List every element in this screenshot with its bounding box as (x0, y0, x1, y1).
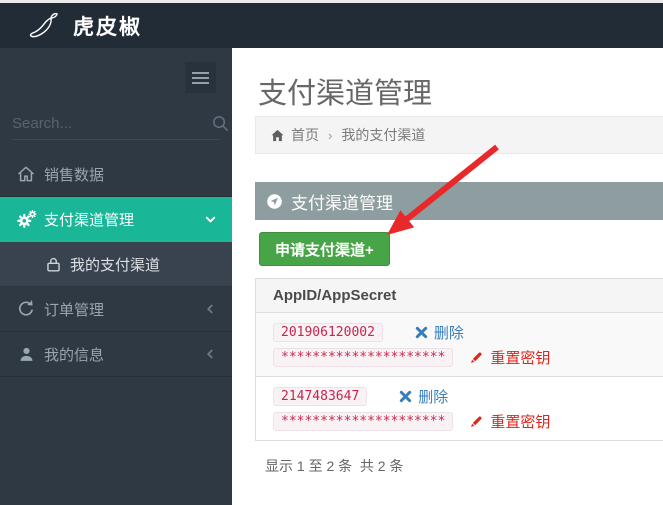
reset-secret-link[interactable]: 重置密钥 (469, 411, 550, 432)
lock-icon (44, 255, 63, 274)
sidebar-menu: 销售数据 (0, 152, 232, 377)
breadcrumb: 首页 › 我的支付渠道 (255, 116, 663, 154)
delete-link[interactable]: 删除 (399, 386, 448, 407)
panel-header: 支付渠道管理 (255, 182, 663, 220)
sidebar-item-my-payment-channels[interactable]: 我的支付渠道 (0, 242, 232, 287)
x-delete-icon (399, 390, 412, 403)
app-window: 虎皮椒 销售数据 (0, 0, 663, 505)
sidebar-item-label: 销售数据 (44, 164, 218, 185)
table-summary: 显示 1 至 2 条 共 2 条 (265, 456, 403, 476)
app-secret-masked: ********************* (273, 412, 453, 431)
sidebar-item-my-info[interactable]: 我的信息 (0, 332, 232, 377)
breadcrumb-current: 我的支付渠道 (341, 125, 425, 145)
x-delete-icon (415, 326, 428, 339)
sidebar-item-payment-channels[interactable]: 支付渠道管理 (0, 197, 232, 242)
chevron-left-icon (203, 302, 218, 317)
app-id-value: 201906120002 (273, 323, 383, 342)
sidebar-item-order-management[interactable]: 订单管理 (0, 287, 232, 332)
main-content: 支付渠道管理 首页 › 我的支付渠道 支付渠道管理 申请支付渠道+ AppID/… (232, 48, 663, 505)
channels-table: AppID/AppSecret 201906120002 删除 ********… (255, 278, 663, 441)
brand-name[interactable]: 虎皮椒 (73, 11, 142, 41)
table-row: 2147483647 删除 ********************* (256, 377, 663, 441)
circle-arrow-icon (266, 193, 283, 210)
cogs-icon (15, 209, 37, 231)
recycle-icon (15, 298, 37, 320)
search-input[interactable] (12, 115, 211, 132)
app-secret-masked: ********************* (273, 348, 453, 367)
sidebar-collapse-button[interactable] (185, 62, 216, 93)
table-row: 201906120002 删除 ********************* (256, 313, 663, 377)
sidebar-item-label: 我的信息 (44, 344, 203, 365)
sidebar-item-sales-data[interactable]: 销售数据 (0, 152, 232, 197)
breadcrumb-separator: › (328, 128, 332, 143)
sidebar-search (12, 108, 220, 140)
chevron-left-icon (203, 347, 218, 362)
sidebar-item-label: 订单管理 (44, 299, 203, 320)
hamburger-icon (192, 72, 209, 74)
table-column-header: AppID/AppSecret (256, 278, 663, 313)
chili-pepper-icon (27, 9, 59, 43)
apply-payment-channel-button[interactable]: 申请支付渠道+ (259, 232, 390, 266)
page-title: 支付渠道管理 (258, 70, 432, 112)
home-icon (270, 128, 285, 143)
app-id-value: 2147483647 (273, 387, 367, 406)
panel-title: 支付渠道管理 (291, 189, 393, 214)
sidebar-item-label: 我的支付渠道 (70, 254, 218, 275)
breadcrumb-home-link[interactable]: 首页 (291, 125, 319, 145)
chevron-down-icon (203, 212, 218, 227)
topbar: 虎皮椒 (0, 3, 663, 48)
user-icon (15, 343, 37, 365)
home-icon (15, 163, 37, 185)
sidebar: 销售数据 (0, 48, 232, 505)
sidebar-item-label: 支付渠道管理 (44, 209, 203, 230)
pencil-icon (469, 350, 484, 365)
pencil-icon (469, 414, 484, 429)
delete-link[interactable]: 删除 (415, 322, 464, 343)
search-icon[interactable] (211, 112, 230, 136)
reset-secret-link[interactable]: 重置密钥 (469, 347, 550, 368)
